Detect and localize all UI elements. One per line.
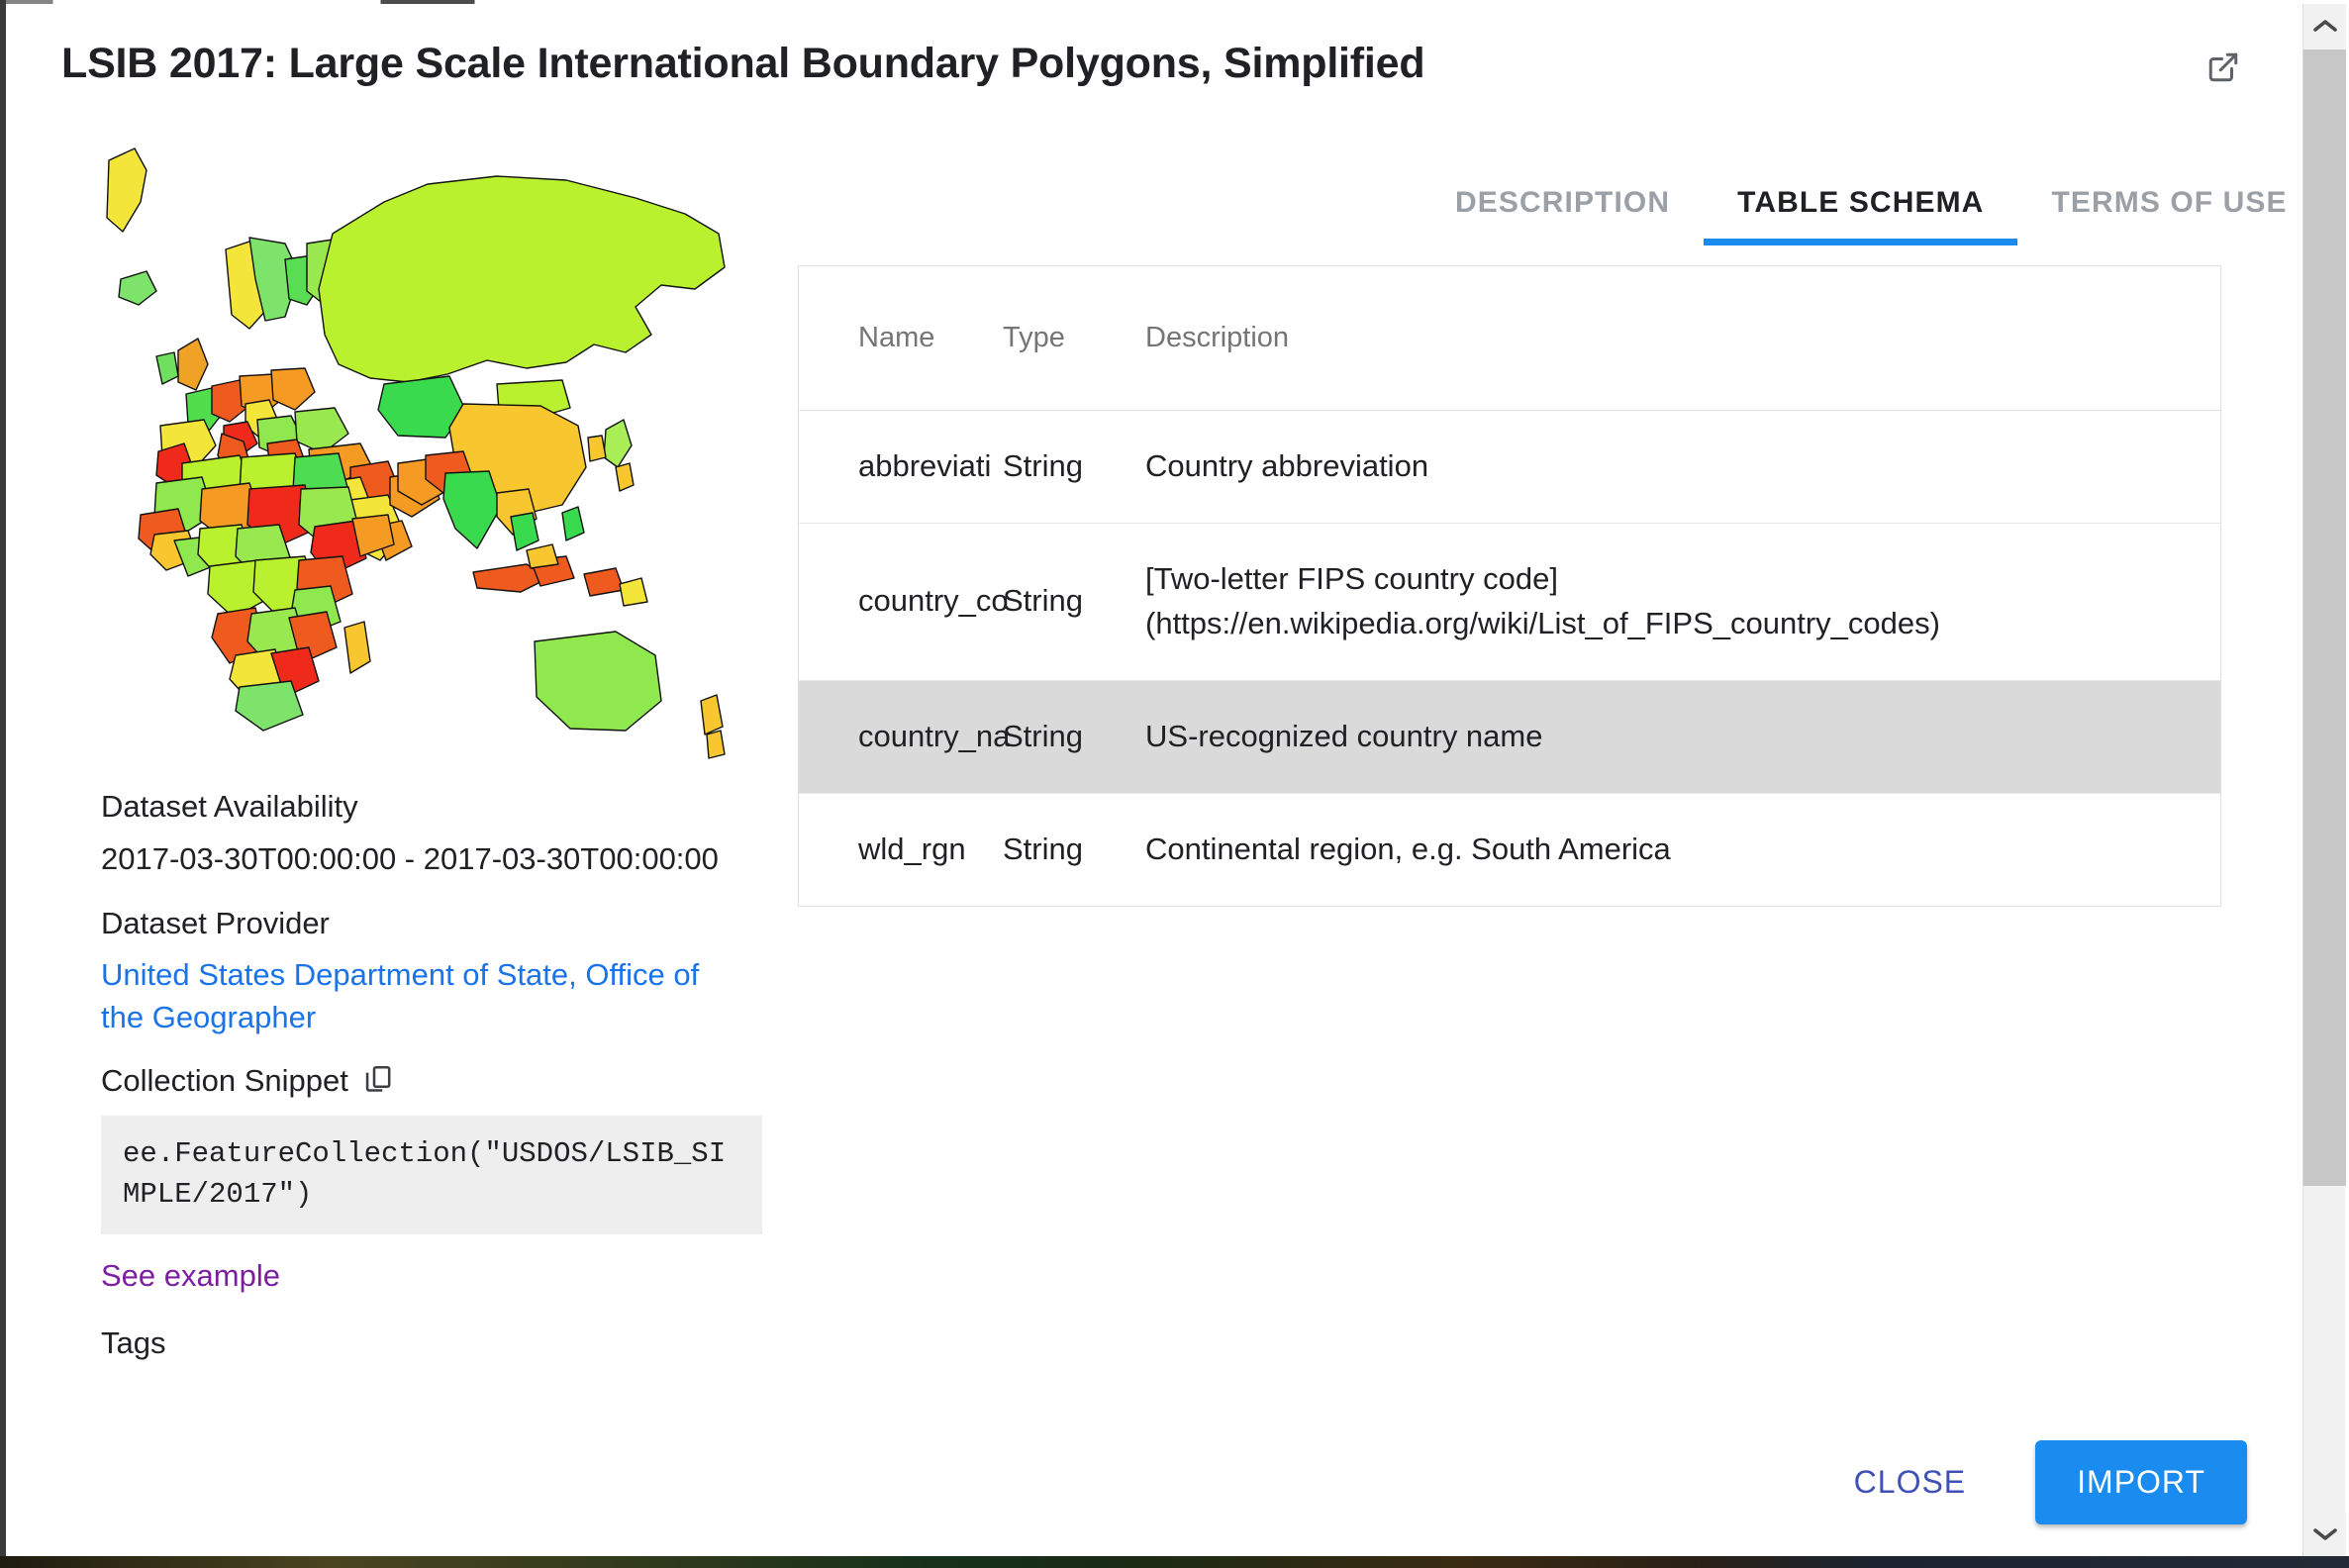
tab-terms-of-use[interactable]: TERMS OF USE [2017, 180, 2302, 245]
cell-name: country_na [799, 680, 1003, 793]
scrollbar-up-button[interactable] [2303, 4, 2346, 48]
page-title: LSIB 2017: Large Scale International Bou… [61, 40, 1424, 88]
screen-root: LSIB 2017: Large Scale International Bou… [0, 0, 2349, 1568]
collection-snippet-header: Collection Snippet [101, 1063, 744, 1100]
dataset-availability-value: 2017-03-30T00:00:00 - 2017-03-30T00:00:0… [101, 838, 734, 881]
chevron-up-icon [2312, 18, 2338, 34]
dataset-provider-link[interactable]: United States Department of State, Offic… [101, 954, 734, 1039]
table-row[interactable]: abbreviati String Country abbreviation [799, 411, 2220, 524]
chevron-down-icon [2312, 1526, 2338, 1542]
dataset-thumbnail [101, 141, 740, 764]
dataset-provider-label: Dataset Provider [101, 903, 744, 945]
cell-type: String [1003, 680, 1145, 793]
detail-tabs: DESCRIPTION TABLE SCHEMA TERMS OF USE [1421, 180, 2302, 245]
scrollbar-down-button[interactable] [2303, 1513, 2346, 1556]
tab-description[interactable]: DESCRIPTION [1421, 180, 1704, 245]
dialog-footer: CLOSE IMPORT [6, 1408, 2302, 1556]
see-example-link[interactable]: See example [101, 1258, 280, 1294]
dialog-scrollbar[interactable] [2302, 4, 2345, 1556]
tags-label: Tags [101, 1325, 744, 1361]
cell-name: abbreviati [799, 411, 1003, 524]
table-header-row: Name Type Description [799, 266, 2220, 411]
open-in-new-glyph [2206, 50, 2240, 84]
dataset-info-panel: Dataset Availability 2017-03-30T00:00:00… [101, 141, 744, 1361]
cell-name: country_co [799, 523, 1003, 680]
schema-table-body: abbreviati String Country abbreviation c… [799, 411, 2220, 906]
dataset-availability-label: Dataset Availability [101, 786, 744, 829]
column-header-name: Name [799, 266, 1003, 411]
open-in-new-icon[interactable] [2202, 46, 2245, 89]
schema-table-card: Name Type Description abbreviati String … [798, 265, 2221, 907]
cell-type: String [1003, 793, 1145, 905]
cell-name: wld_rgn [799, 793, 1003, 905]
cell-type: String [1003, 523, 1145, 680]
tab-table-schema[interactable]: TABLE SCHEMA [1704, 180, 2017, 245]
dataset-detail-dialog: LSIB 2017: Large Scale International Bou… [6, 4, 2302, 1556]
table-row[interactable]: country_co String [Two-letter FIPS count… [799, 523, 2220, 680]
schema-table-head: Name Type Description [799, 266, 2220, 411]
collection-snippet-label: Collection Snippet [101, 1063, 348, 1099]
import-button[interactable]: IMPORT [2035, 1440, 2247, 1524]
table-row[interactable]: wld_rgn String Continental region, e.g. … [799, 793, 2220, 905]
collection-snippet-code[interactable]: ee.FeatureCollection("USDOS/LSIB_SIMPLE/… [101, 1116, 762, 1234]
page-bottom-sliver [0, 1556, 2349, 1568]
world-map-thumbnail-svg [101, 141, 740, 764]
cell-type: String [1003, 411, 1145, 524]
close-button[interactable]: CLOSE [1828, 1446, 1992, 1519]
schema-table: Name Type Description abbreviati String … [799, 266, 2220, 906]
cell-description: [Two-letter FIPS country code](https://e… [1145, 523, 2220, 680]
column-header-type: Type [1003, 266, 1145, 411]
column-header-description: Description [1145, 266, 2220, 411]
scrollbar-thumb[interactable] [2303, 49, 2346, 1186]
table-row[interactable]: country_na String US-recognized country … [799, 680, 2220, 793]
cell-description: Continental region, e.g. South America [1145, 793, 2220, 905]
cell-description: Country abbreviation [1145, 411, 2220, 524]
cell-description: US-recognized country name [1145, 680, 2220, 793]
content-copy-glyph [362, 1063, 394, 1095]
content-copy-icon[interactable] [362, 1063, 394, 1100]
